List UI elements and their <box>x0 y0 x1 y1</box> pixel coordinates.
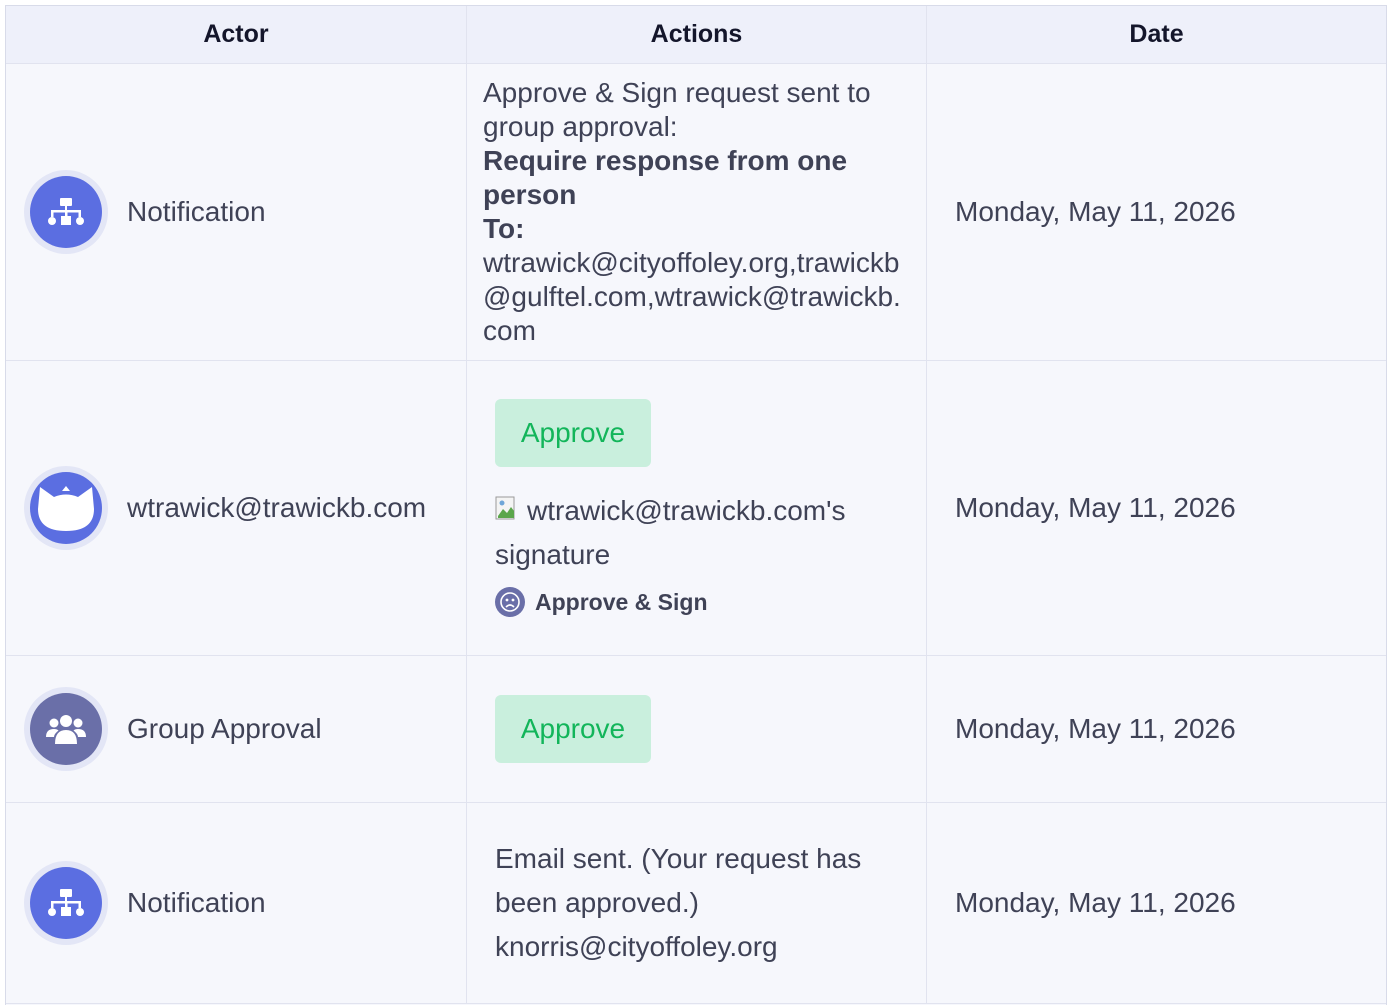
action-to-label: To: <box>483 213 525 244</box>
header-date: Date <box>1129 20 1184 48</box>
actor-cell: Notification <box>6 803 467 1003</box>
action-requirement: Require response from one person <box>483 145 848 210</box>
table-row: Notification Approve & Sign request sent… <box>6 64 1386 361</box>
date-cell: Monday, May 11, 2026 <box>955 492 1236 523</box>
cat-face-icon <box>30 472 102 544</box>
actions-cell: Email sent. (Your request has been appro… <box>467 803 927 1003</box>
approve-badge[interactable]: Approve <box>495 399 651 467</box>
actor-cell: Group Approval <box>6 656 467 802</box>
email-sent-text: Email sent. (Your request has been appro… <box>495 843 862 962</box>
date-cell: Monday, May 11, 2026 <box>955 196 1236 227</box>
audit-trail-table: Actor Actions Date Notification Approve … <box>5 5 1387 1005</box>
avatar <box>24 861 108 945</box>
signature-alt-text: wtrawick@trawickb.com's signature <box>495 495 846 570</box>
actor-name: Group Approval <box>127 713 322 744</box>
action-recipients: wtrawick@cityoffoley.org,trawickb@gulfte… <box>483 247 901 346</box>
sitemap-icon <box>30 176 102 248</box>
avatar <box>24 687 108 771</box>
actions-cell: Approve wtrawick@trawickb.com's signatur… <box>467 361 927 655</box>
table-row: Group Approval Approve Monday, May 11, 2… <box>6 656 1386 803</box>
table-row: wtrawick@trawickb.com Approve wtrawick@t… <box>6 361 1386 656</box>
actor-name: Notification <box>127 196 266 227</box>
actor-cell: wtrawick@trawickb.com <box>6 361 467 655</box>
actor-name: Notification <box>127 887 266 918</box>
header-actor: Actor <box>6 6 467 63</box>
action-description: Approve & Sign request sent to group app… <box>483 77 871 142</box>
table-row: Notification Email sent. (Your request h… <box>6 803 1386 1004</box>
approve-sign-text: Approve & Sign <box>535 588 708 615</box>
date-cell: Monday, May 11, 2026 <box>955 713 1236 744</box>
avatar <box>24 170 108 254</box>
date-cell: Monday, May 11, 2026 <box>955 887 1236 918</box>
actor-name: wtrawick@trawickb.com <box>127 492 427 523</box>
sad-face-icon <box>495 587 525 617</box>
table-header: Actor Actions Date <box>6 6 1386 64</box>
approve-sign-label: Approve & Sign <box>495 587 708 617</box>
avatar <box>24 466 108 550</box>
sitemap-icon <box>30 867 102 939</box>
signature-image: wtrawick@trawickb.com's signature <box>495 489 885 577</box>
approve-badge[interactable]: Approve <box>495 695 651 763</box>
users-icon <box>30 693 102 765</box>
actions-cell: Approve <box>467 656 927 802</box>
actor-cell: Notification <box>6 64 467 360</box>
actions-cell: Approve & Sign request sent to group app… <box>467 64 927 360</box>
broken-image-icon <box>495 491 527 520</box>
header-actions: Actions <box>467 6 927 63</box>
